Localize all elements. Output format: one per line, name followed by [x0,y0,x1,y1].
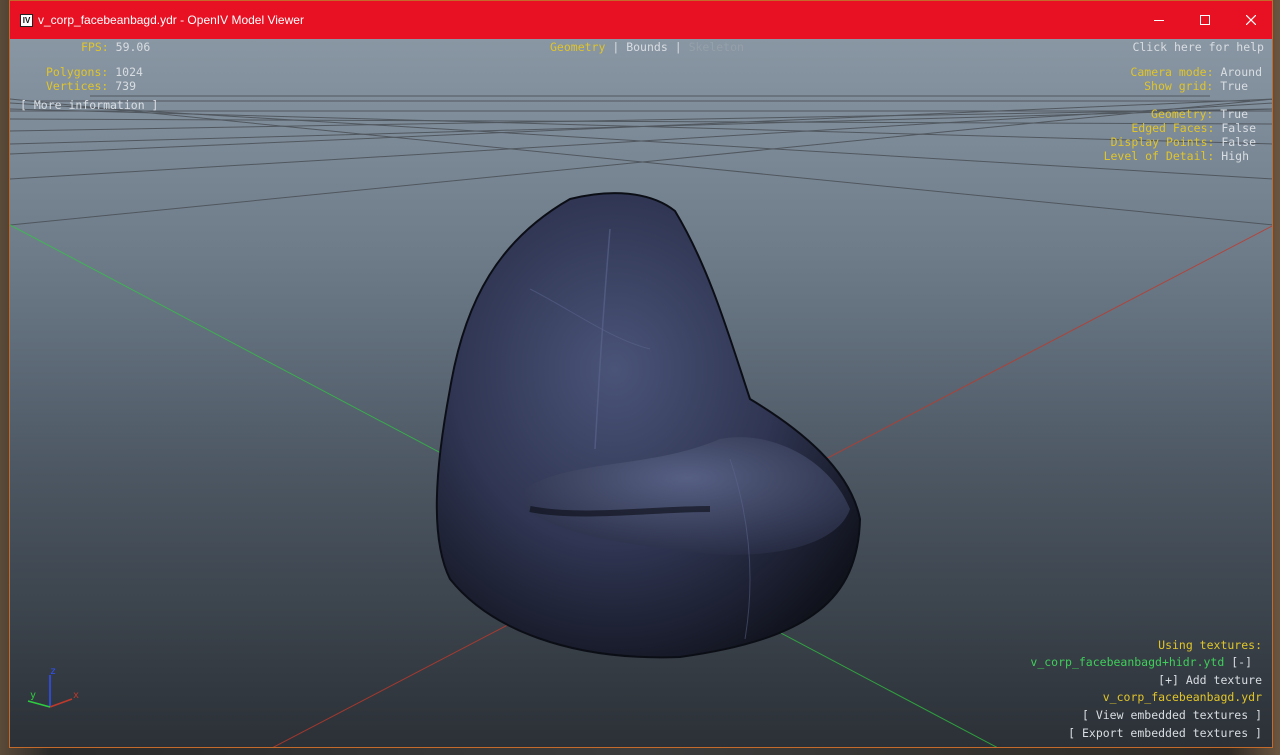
axis-z-label: z [50,666,57,677]
texture-dictionary-link[interactable]: v_corp_facebeanbagd+hidr.ytd [1030,655,1224,669]
polygons-readout: Polygons: 1024 [46,65,143,79]
axis-y-label: y [30,690,37,701]
embedded-texture-source: v_corp_facebeanbagd.ydr [1102,690,1262,704]
more-information-link[interactable]: [ More information ] [20,99,158,112]
level-of-detail-setting[interactable]: Level of Detail: High [1104,150,1249,163]
edged-faces-setting[interactable]: Edged Faces: False [1131,122,1256,135]
display-points-setting[interactable]: Display Points: False [1111,136,1256,149]
minimize-icon [1154,20,1164,21]
tab-skeleton: Skeleton [688,40,744,54]
tab-geometry[interactable]: Geometry [550,40,605,54]
using-textures-heading: Using textures: [1158,638,1262,652]
fps-readout: FPS: 59.06 [81,40,151,54]
close-button[interactable] [1228,1,1272,39]
window-title: v_corp_facebeanbagd.ydr - OpenIV Model V… [38,13,304,27]
maximize-button[interactable] [1182,1,1228,39]
add-texture-button[interactable]: [+] Add texture [1158,674,1262,687]
geometry-setting[interactable]: Geometry: True [1151,108,1248,121]
scene-render [10,95,1272,747]
tab-bounds[interactable]: Bounds [626,40,668,54]
axis-x-label: x [73,690,80,701]
remove-texture-button[interactable]: [-] [1231,655,1252,669]
beanbag-model [435,192,862,659]
texture-dictionary-item: v_corp_facebeanbagd+hidr.ytd [-] [1030,656,1252,669]
camera-mode-setting[interactable]: Camera mode: Around [1130,66,1262,79]
help-link[interactable]: Click here for help [1132,41,1264,54]
vertices-readout: Vertices: 739 [46,79,137,93]
tab-separator: | [612,40,620,54]
view-embedded-textures-button[interactable]: [ View embedded textures ] [1082,709,1262,722]
3d-viewport[interactable]: FPS: 59.06 Polygons: 1024 Vertices: 739 … [10,39,1272,747]
openiv-model-viewer-window: IV v_corp_facebeanbagd.ydr - OpenIV Mode… [9,0,1273,748]
view-mode-tabs: Geometry | Bounds | Skeleton [550,41,744,54]
close-icon [1246,15,1256,25]
tab-separator: | [674,40,682,54]
show-grid-setting[interactable]: Show grid: True [1144,80,1248,93]
maximize-icon [1200,15,1210,25]
openiv-app-icon: IV [20,14,33,27]
title-bar[interactable]: IV v_corp_facebeanbagd.ydr - OpenIV Mode… [10,1,1272,39]
export-embedded-textures-button[interactable]: [ Export embedded textures ] [1068,727,1262,740]
minimize-button[interactable] [1136,1,1182,39]
